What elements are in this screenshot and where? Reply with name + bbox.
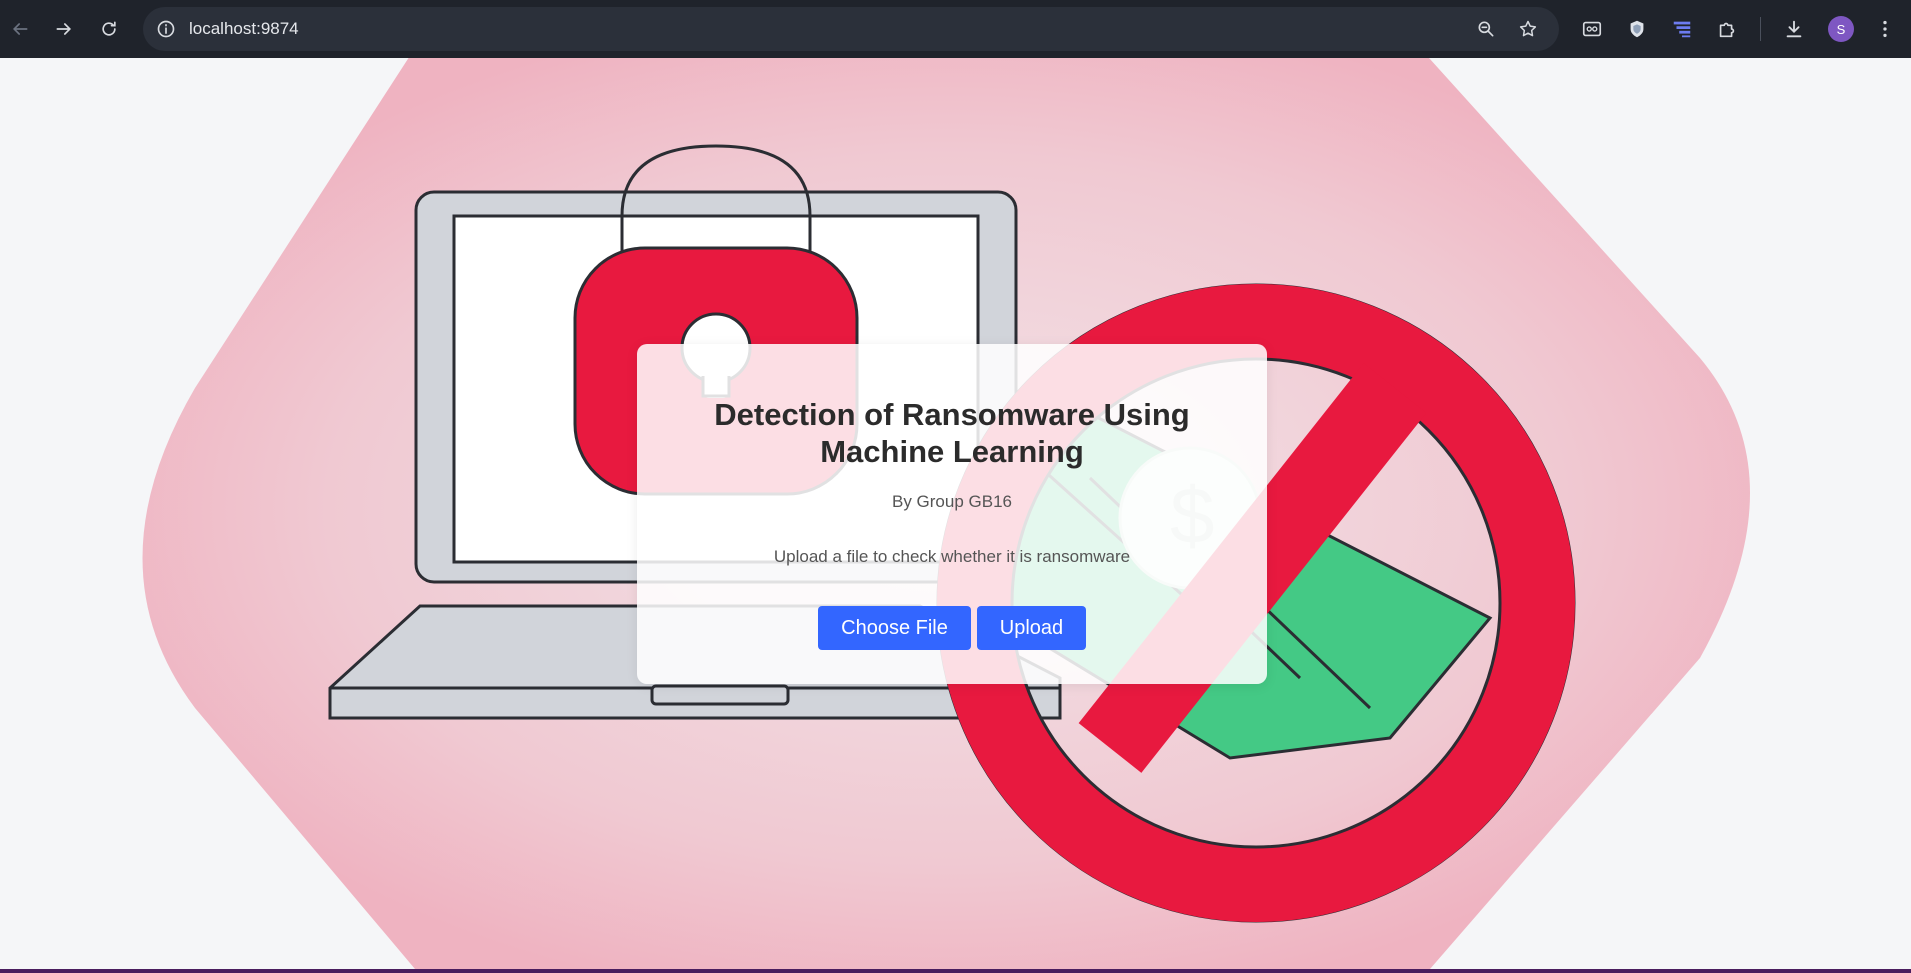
site-info-button[interactable] xyxy=(151,14,181,44)
back-icon xyxy=(12,23,28,35)
upload-button[interactable]: Upload xyxy=(977,606,1086,650)
choose-file-button[interactable]: Choose File xyxy=(818,606,971,650)
extension-stack-icon xyxy=(1673,21,1691,38)
extension-shield-icon xyxy=(1630,20,1644,38)
profile-avatar[interactable]: S xyxy=(1828,16,1854,42)
forward-icon xyxy=(56,23,72,35)
bookmark-star-icon xyxy=(1519,20,1537,37)
site-info-icon xyxy=(157,20,175,38)
downloads-button[interactable] xyxy=(1777,12,1811,46)
browser-toolbar: localhost:9874 S xyxy=(0,0,1911,58)
forward-button[interactable] xyxy=(47,12,81,46)
extension-stack-button[interactable] xyxy=(1665,12,1699,46)
page-title: Detection of Ransomware Using Machine Le… xyxy=(714,397,1190,469)
upload-instruction: Upload a file to check whether it is ran… xyxy=(773,547,1131,566)
url-text[interactable]: localhost:9874 xyxy=(189,7,299,51)
extension-shield-button[interactable] xyxy=(1620,12,1654,46)
extension-reader-button[interactable] xyxy=(1575,12,1609,46)
zoom-button[interactable] xyxy=(1471,14,1501,44)
page-viewport: $ Detection of Ransomware Using Machine … xyxy=(0,58,1911,969)
toolbar-divider xyxy=(1760,17,1761,41)
download-icon xyxy=(1786,20,1802,38)
extensions-puzzle-icon xyxy=(1719,22,1735,38)
back-button[interactable] xyxy=(3,12,37,46)
bookmark-button[interactable] xyxy=(1513,14,1543,44)
reload-icon xyxy=(102,21,116,36)
upload-card: Detection of Ransomware Using Machine Le… xyxy=(637,344,1267,684)
extensions-button[interactable] xyxy=(1710,12,1744,46)
menu-kebab-icon xyxy=(1883,20,1887,38)
browser-menu-button[interactable] xyxy=(1868,12,1902,46)
bottom-border xyxy=(0,969,1911,973)
group-byline: By Group GB16 xyxy=(891,492,1012,511)
extension-reader-icon xyxy=(1582,21,1602,37)
reload-button[interactable] xyxy=(92,12,126,46)
address-bar[interactable]: localhost:9874 xyxy=(143,7,1559,51)
zoom-icon xyxy=(1478,21,1494,37)
